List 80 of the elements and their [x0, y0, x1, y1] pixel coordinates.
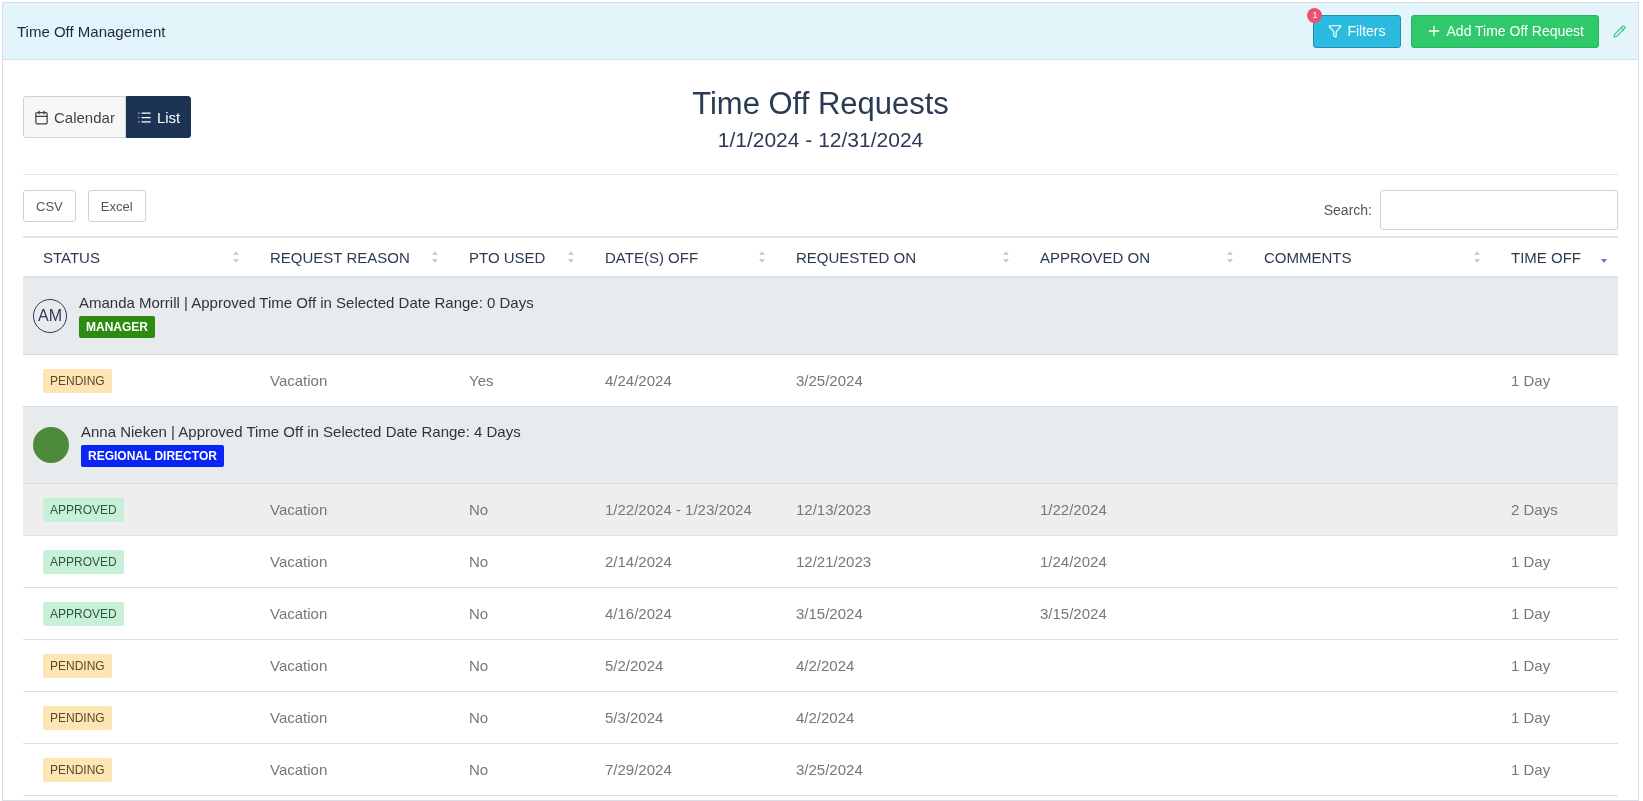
status-tag: APPROVED [43, 549, 124, 574]
view-tab[interactable]: Calendar [23, 96, 126, 138]
table-cell: 1/22/2024 [1040, 501, 1107, 518]
view-tab[interactable]: List [125, 96, 192, 138]
table-cell: 3/15/2024 [796, 605, 863, 622]
sort-icon[interactable] [758, 250, 766, 264]
table-cell: No [469, 501, 489, 518]
table-cell: 7/29/2024 [605, 761, 672, 778]
status-tag: PENDING [43, 368, 112, 393]
status-tag: PENDING [43, 653, 112, 678]
table-cell: 1 Day [1511, 761, 1551, 778]
table-cell: 4/16/2024 [605, 605, 672, 622]
role-tag: REGIONAL DIRECTOR [81, 445, 224, 467]
pencil-icon[interactable] [1613, 24, 1626, 38]
table-cell: 1 Day [1511, 605, 1551, 622]
table-cell: 1/22/2024 - 1/23/2024 [605, 501, 752, 518]
sort-icon[interactable] [1002, 250, 1010, 264]
status-tag: APPROVED [43, 497, 124, 522]
table-cell: Vacation [270, 372, 328, 389]
search-field[interactable] [1380, 190, 1618, 230]
list-icon [136, 109, 152, 125]
search-label: Search: [1323, 202, 1372, 218]
sort-icon[interactable] [1473, 250, 1481, 264]
sort-icon[interactable] [431, 250, 439, 264]
table-cell: 4/2/2024 [796, 709, 855, 726]
column-header[interactable]: APPROVED ON [1040, 248, 1151, 266]
role-tag: MANAGER [79, 316, 155, 338]
column-header[interactable]: DATE(S) OFF [605, 248, 699, 266]
table-cell: 3/25/2024 [796, 761, 863, 778]
table-cell: No [469, 709, 489, 726]
table-cell: 4/2/2024 [796, 657, 855, 674]
column-header[interactable]: COMMENTS [1264, 248, 1352, 266]
table-cell: 2 Days [1511, 501, 1558, 518]
calendar-icon [34, 109, 49, 125]
column-header[interactable]: STATUS [43, 248, 100, 266]
table-cell: No [469, 605, 489, 622]
table-cell: Vacation [270, 657, 328, 674]
column-header[interactable]: PTO USED [469, 248, 546, 266]
export-button[interactable]: CSV [23, 190, 76, 222]
table-cell: Vacation [270, 761, 328, 778]
table-cell: 1/24/2024 [1040, 553, 1107, 570]
column-header[interactable]: REQUESTED ON [796, 248, 916, 266]
table-cell: 5/3/2024 [605, 709, 664, 726]
table-cell: No [469, 657, 489, 674]
report-title: Time Off Requests [692, 86, 949, 122]
table-cell: 5/2/2024 [605, 657, 664, 674]
table-cell: No [469, 761, 489, 778]
column-header[interactable]: TIME OFF [1511, 248, 1581, 266]
export-button[interactable]: Excel [87, 190, 146, 222]
filter-icon [1328, 24, 1343, 38]
table-cell: 2/14/2024 [605, 553, 672, 570]
sort-icon[interactable] [232, 250, 240, 264]
date-range: 1/1/2024 - 12/31/2024 [716, 128, 925, 152]
table-cell: Vacation [270, 553, 328, 570]
table-cell: 4/24/2024 [605, 372, 672, 389]
table-cell: 1 Day [1511, 709, 1551, 726]
request-row[interactable]: APPROVED Vacation No 1/22/2024 - 1/23/2024 12/13/2023 1/22/2024 2 Days [23, 484, 1618, 536]
table-cell: Vacation [270, 709, 328, 726]
table-cell: Vacation [270, 605, 328, 622]
sort-icon[interactable] [1226, 250, 1234, 264]
table-cell: Vacation [270, 501, 328, 518]
table-cell: 1 Day [1511, 657, 1551, 674]
table-cell: No [469, 553, 489, 570]
column-header[interactable]: REQUEST REASON [270, 248, 410, 266]
page-title: Time Off Management [17, 22, 167, 40]
table-cell: 12/13/2023 [796, 501, 872, 518]
employee-summary: Anna Nieken | Approved Time Off in Selected Date Range: 4 Days [81, 423, 521, 440]
sort-icon[interactable] [567, 250, 575, 264]
table-cell: 1 Day [1511, 372, 1551, 389]
table-cell: Yes [469, 372, 494, 389]
photo-placeholder [33, 427, 69, 463]
table-cell: 3/25/2024 [796, 372, 863, 389]
status-tag: APPROVED [43, 601, 124, 626]
filter-count-badge: 1 [1307, 7, 1323, 23]
table-cell: 3/15/2024 [1040, 605, 1107, 622]
employee-summary: Amanda Morrill | Approved Time Off in Selected Date Range: 0 Days [79, 294, 534, 311]
status-tag: PENDING [43, 705, 112, 730]
table-cell: 1 Day [1511, 553, 1551, 570]
status-tag: PENDING [43, 757, 112, 782]
table-cell: 12/21/2023 [796, 553, 872, 570]
